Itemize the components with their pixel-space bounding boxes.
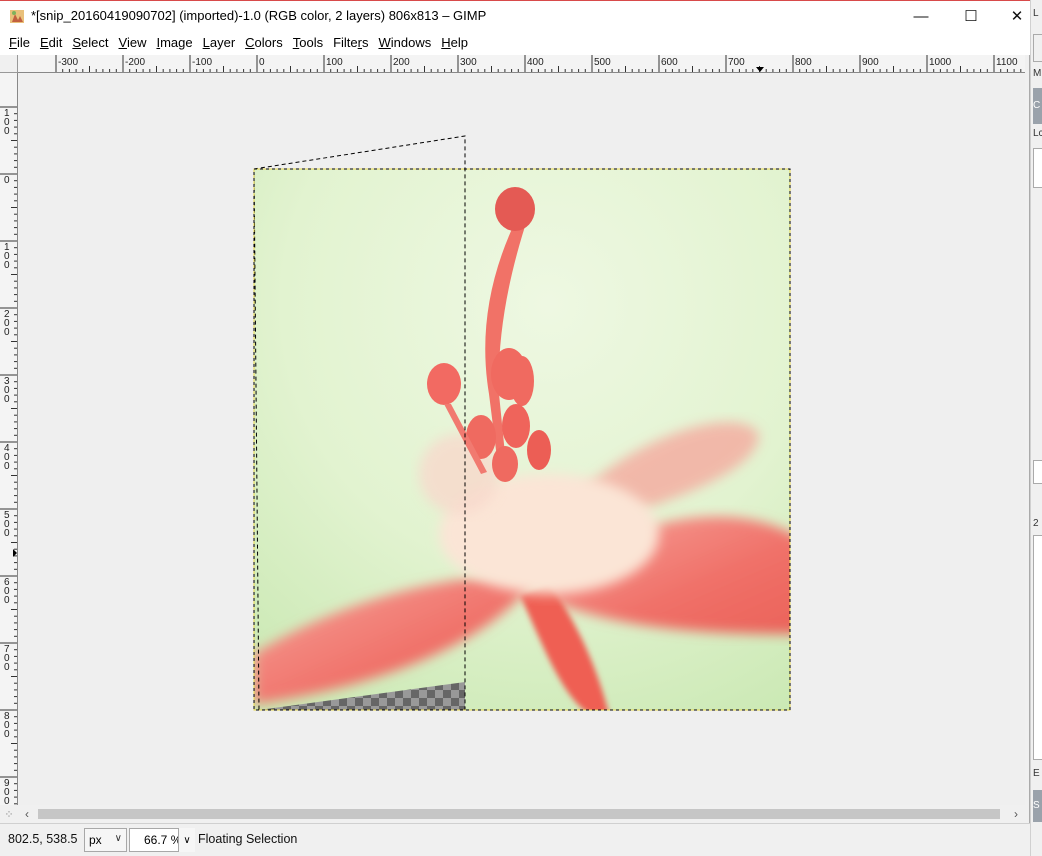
- dock-widget[interactable]: [1033, 34, 1042, 62]
- ruler-label: 400: [527, 57, 544, 68]
- menu-tools[interactable]: Tools: [288, 32, 328, 54]
- dock-fragment: C: [1033, 100, 1041, 111]
- image-canvas[interactable]: [19, 74, 1025, 805]
- dock-fragment: M: [1033, 68, 1042, 79]
- menu-filters[interactable]: Filters: [328, 32, 373, 54]
- pointer-marker: [756, 67, 764, 72]
- scroll-left-arrow[interactable]: ‹: [18, 805, 36, 823]
- horizontal-ruler[interactable]: -300 -200 -100 0 100 200 300 400 500 600 700 800 900…: [18, 55, 1025, 73]
- navigate-icon[interactable]: ⁘: [0, 805, 18, 823]
- ruler-label: 1000: [929, 57, 952, 68]
- ruler-label: 0: [4, 729, 10, 740]
- ruler-label: 100: [326, 57, 343, 68]
- dock-widget[interactable]: [1033, 535, 1042, 760]
- menu-view[interactable]: View: [114, 32, 152, 54]
- maximize-button[interactable]: ☐: [948, 1, 994, 31]
- ruler-label: 0: [4, 461, 10, 472]
- title-bar[interactable]: *[snip_20160419090702] (imported)-1.0 (R…: [0, 0, 1030, 31]
- ruler-label: 0: [4, 595, 10, 606]
- dock-fragment: S: [1033, 800, 1040, 811]
- ruler-label: 0: [4, 528, 10, 539]
- gimp-image-window: *[snip_20160419090702] (imported)-1.0 (R…: [0, 0, 1030, 856]
- dock-panel-edge: L M C Lc 2 E S: [1030, 0, 1042, 856]
- unit-value: px: [89, 833, 102, 847]
- menu-edit[interactable]: Edit: [35, 32, 67, 54]
- ruler-label: 600: [661, 57, 678, 68]
- window-title: *[snip_20160419090702] (imported)-1.0 (R…: [31, 8, 487, 23]
- ruler-label: 200: [393, 57, 410, 68]
- status-bar: 802.5, 538.5 px ∨ 66.7 % ∨ Floating Sele…: [0, 823, 1030, 856]
- unit-selector[interactable]: px ∨: [84, 828, 127, 852]
- dock-fragment: E: [1033, 768, 1040, 779]
- menu-select[interactable]: Select: [67, 32, 113, 54]
- menu-image[interactable]: Image: [151, 32, 197, 54]
- canvas-drawing: [253, 135, 791, 711]
- vertical-ruler-ticks: 1000100200300400500600700800900: [0, 106, 17, 805]
- dock-fragment: L: [1033, 8, 1039, 19]
- ruler-label: 1100: [996, 57, 1018, 68]
- vertical-ruler[interactable]: 1000100200300400500600700800900: [0, 73, 18, 805]
- status-message: Floating Selection: [198, 832, 298, 846]
- gimp-app-icon: [9, 8, 25, 24]
- scrollbar-thumb[interactable]: [38, 809, 1000, 819]
- ruler-label: 0: [259, 57, 265, 68]
- ruler-label: 0: [4, 662, 10, 673]
- stamen-tip: [495, 187, 535, 231]
- scroll-right-arrow[interactable]: ›: [1007, 805, 1025, 823]
- dock-fragment: Lc: [1033, 128, 1042, 139]
- pointer-coordinates: 802.5, 538.5: [8, 832, 78, 846]
- chevron-down-icon: ∨: [114, 833, 122, 844]
- ruler-label: -200: [125, 57, 145, 68]
- ruler-label: 0: [4, 394, 10, 405]
- horizontal-ruler-ticks: -300 -200 -100 0 100 200 300 400 500 600 700 800 900…: [55, 55, 1022, 72]
- ruler-label: 0: [4, 175, 10, 186]
- dock-widget[interactable]: [1033, 148, 1042, 188]
- menu-windows[interactable]: Windows: [374, 32, 437, 54]
- ruler-label: 500: [594, 57, 611, 68]
- ruler-label: 0: [4, 327, 10, 338]
- ruler-label: 300: [460, 57, 477, 68]
- ruler-label: -100: [192, 57, 212, 68]
- horizontal-scrollbar[interactable]: ‹ ›: [18, 805, 1025, 823]
- menu-bar: File Edit Select View Image Layer Colors…: [0, 31, 1030, 55]
- quick-mask-corner[interactable]: [0, 55, 18, 73]
- dock-fragment: 2: [1033, 518, 1039, 529]
- ruler-label: 900: [862, 57, 879, 68]
- menu-file[interactable]: File: [4, 32, 35, 54]
- ruler-label: 0: [4, 796, 10, 805]
- anther-left: [427, 363, 461, 405]
- dock-widget[interactable]: [1033, 460, 1042, 484]
- ruler-label: 800: [795, 57, 812, 68]
- menu-colors[interactable]: Colors: [240, 32, 288, 54]
- minimize-button[interactable]: —: [898, 1, 944, 31]
- ruler-label: 700: [728, 57, 745, 68]
- menu-help[interactable]: Help: [436, 32, 473, 54]
- zoom-dropdown-button[interactable]: ∨: [178, 828, 195, 852]
- menu-layer[interactable]: Layer: [198, 32, 241, 54]
- flower-image: [254, 169, 790, 710]
- ruler-label: -300: [58, 57, 78, 68]
- ruler-label: 0: [4, 260, 10, 271]
- ruler-label: 0: [4, 126, 10, 137]
